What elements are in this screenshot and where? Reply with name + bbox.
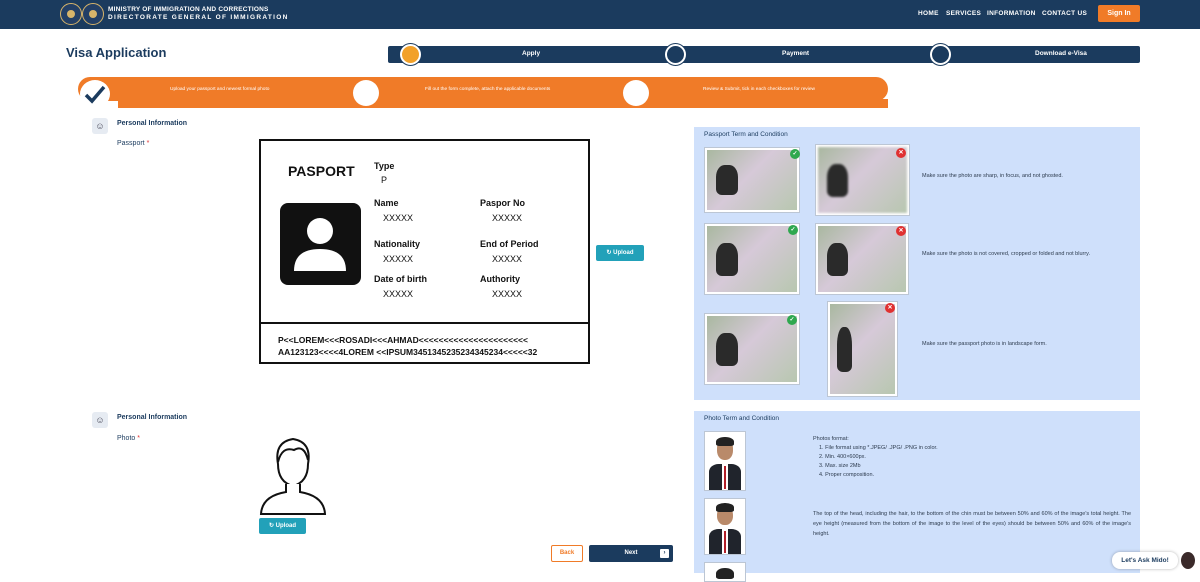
step-payment-label: Payment — [782, 50, 810, 57]
passport-sample-good-3 — [704, 313, 800, 385]
step-payment-dot — [665, 44, 686, 65]
passport-field-label: Passport * — [117, 140, 149, 147]
check-icon — [84, 85, 106, 104]
photo-format-item: 1. File format using *.JPEG/ .JPG/ .PNG … — [819, 445, 938, 451]
passport-photo-placeholder — [280, 203, 361, 285]
photo-format-item: 4. Proper composition. — [819, 472, 875, 478]
photo-format-list: Photos format: 1. File format using *.JP… — [813, 435, 938, 480]
check-bad-icon: ✕ — [885, 303, 895, 313]
nav-services[interactable]: SERVICES — [946, 10, 981, 17]
photo-upload-button[interactable]: ↻ Upload — [259, 518, 306, 534]
photo-sample-3 — [704, 562, 746, 582]
photo-sample-1 — [704, 431, 746, 491]
substep-complete — [80, 80, 110, 108]
photo-label-text: Photo — [117, 435, 136, 442]
sign-in-button[interactable]: Sign In — [1098, 5, 1140, 22]
check-bad-icon: ✕ — [896, 226, 906, 236]
check-ok-icon: ✓ — [790, 149, 800, 159]
back-button[interactable]: Back — [551, 545, 583, 562]
step-download-dot — [930, 44, 951, 65]
ministry-title: MINISTRY OF IMMIGRATION AND CORRECTIONS — [108, 6, 269, 13]
photo-format-title: Photos format: — [813, 436, 849, 442]
photo-composition-text: The top of the head, including the hair,… — [813, 511, 1131, 537]
substep-3-dot — [623, 80, 649, 106]
passport-authority-value: XXXXX — [492, 289, 523, 299]
passport-sample-good-2 — [704, 223, 800, 295]
photo-upload-label: Upload — [275, 523, 297, 529]
step-progress-bar — [388, 46, 1140, 63]
nav-information[interactable]: INFORMATION — [987, 10, 1036, 17]
passport-dob-label: Date of birth — [374, 274, 427, 284]
ministry-logo[interactable] — [60, 3, 82, 25]
check-bad-icon: ✕ — [896, 148, 906, 158]
substep-3-label: Review & Submit, tick in each checkboxes… — [703, 87, 815, 92]
passport-sample-good-1 — [704, 147, 800, 213]
photo-terms-panel: Photo Term and Condition Photos format: … — [694, 411, 1140, 582]
passport-no-value: XXXXX — [492, 213, 523, 223]
passport-heading: PASPORT — [288, 163, 355, 179]
person-info-icon: ☺ — [92, 118, 108, 134]
next-button[interactable]: Next › — [589, 545, 673, 562]
mrz-divider — [261, 322, 588, 324]
mrz-line-1: P<<LOREM<<<ROSADI<<<AHMAD<<<<<<<<<<<<<<<… — [278, 335, 528, 345]
step-apply-dot — [400, 44, 421, 65]
passport-end-value: XXXXX — [492, 254, 523, 264]
upload-icon: ↻ — [268, 523, 274, 529]
next-button-label: Next — [624, 550, 638, 556]
substep-2-dot — [353, 80, 379, 106]
photo-sample-2 — [704, 498, 746, 555]
nav-contact-us[interactable]: CONTACT US — [1042, 10, 1087, 17]
passport-hint-2: Make sure the photo is not covered, crop… — [922, 251, 1091, 257]
passport-hint-1: Make sure the photo are sharp, in focus,… — [922, 173, 1063, 179]
passport-nationality-value: XXXXX — [383, 254, 414, 264]
person-info-icon: ☺ — [92, 412, 108, 428]
passport-name-value: XXXXX — [383, 213, 414, 223]
passport-type-value: P — [381, 175, 388, 185]
photo-field-label: Photo * — [117, 435, 140, 442]
passport-name-label: Name — [374, 198, 399, 208]
photo-format-item: 2. Min. 400×600px. — [819, 454, 866, 460]
substep-1-label: Upload your passport and newest formal p… — [170, 87, 270, 92]
passport-upload-button[interactable]: ↻ Upload — [596, 245, 644, 261]
step-download-label: Download e-Visa — [1035, 50, 1087, 57]
directorate-title: DIRECTORATE GENERAL OF IMMIGRATION — [108, 14, 289, 21]
nav-home[interactable]: HOME — [918, 10, 939, 17]
passport-hint-3: Make sure the passport photo is in lands… — [922, 341, 1047, 347]
photo-placeholder-icon[interactable] — [258, 434, 328, 516]
upload-icon: ↻ — [606, 250, 612, 256]
passport-nationality-label: Nationality — [374, 239, 421, 249]
passport-end-label: End of Period — [480, 239, 539, 249]
chat-avatar[interactable] — [1181, 552, 1195, 569]
passport-section-title: Personal Information — [117, 120, 188, 127]
photo-section-title: Personal Information — [117, 414, 188, 421]
user-icon: ☺ — [95, 121, 105, 131]
check-ok-icon: ✓ — [787, 315, 797, 325]
photo-terms-title: Photo Term and Condition — [704, 415, 780, 422]
mrz-line-2: AA123123<<<<4LOREM <<IPSUM34513452352343… — [278, 347, 538, 357]
passport-preview[interactable]: PASPORT Type P Name XXXXX Paspor No XXXX… — [259, 139, 590, 364]
passport-no-label: Paspor No — [480, 198, 526, 208]
passport-label-text: Passport — [117, 140, 145, 147]
passport-terms-title: Passport Term and Condition — [704, 131, 788, 138]
passport-authority-label: Authority — [480, 274, 520, 284]
passport-sample-bad-2 — [815, 223, 909, 295]
user-silhouette-icon — [294, 218, 346, 271]
required-mark: * — [137, 435, 140, 442]
passport-terms-panel: Passport Term and Condition ✓ ✕ Make sur… — [694, 127, 1140, 400]
chat-assistant-button[interactable]: Let's Ask Mido! — [1112, 552, 1178, 569]
passport-type-label: Type — [374, 161, 395, 171]
user-icon: ☺ — [95, 415, 105, 425]
page-title: Visa Application — [66, 45, 167, 60]
passport-sample-bad-3 — [827, 301, 898, 397]
arrow-right-icon: › — [660, 549, 669, 558]
directorate-logo[interactable] — [82, 3, 104, 25]
ministry-name: MINISTRY OF IMMIGRATION AND CORRECTIONS … — [108, 6, 289, 22]
required-mark: * — [146, 140, 150, 147]
passport-upload-label: Upload — [613, 250, 634, 256]
step-apply-label: Apply — [522, 50, 541, 57]
check-ok-icon: ✓ — [788, 225, 798, 235]
substep-2-label: Fill out the form complete, attach the a… — [425, 87, 551, 92]
passport-dob-value: XXXXX — [383, 289, 414, 299]
photo-format-item: 3. Max. size 2Mb — [819, 463, 861, 469]
